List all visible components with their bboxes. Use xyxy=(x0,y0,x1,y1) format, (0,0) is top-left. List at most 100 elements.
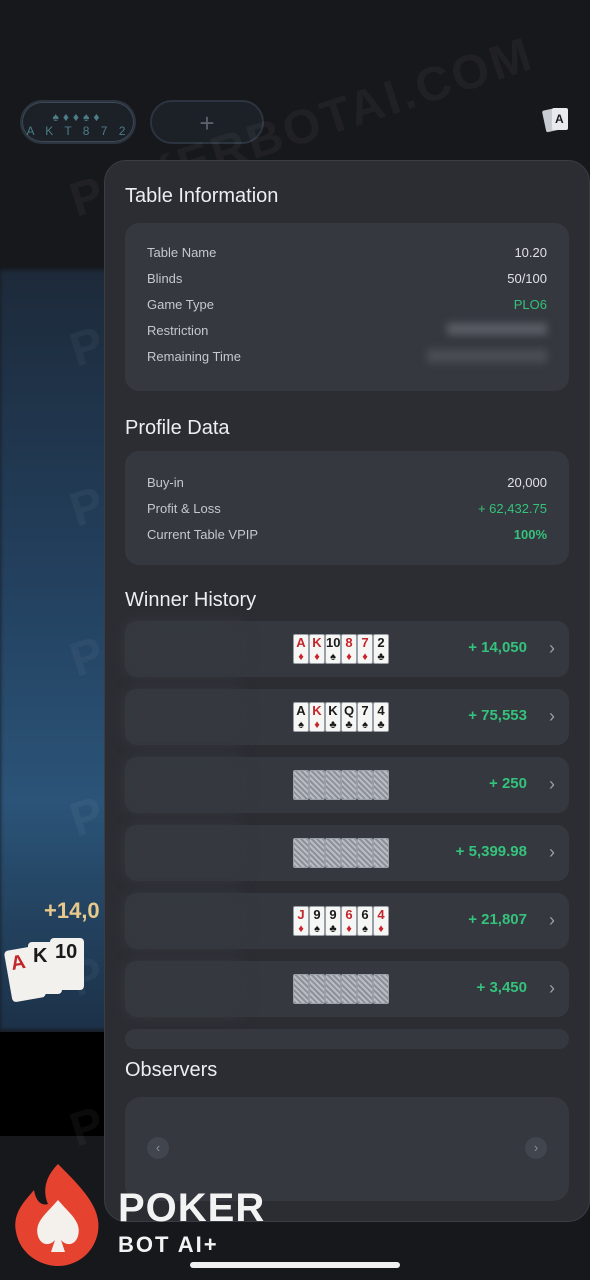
playing-card: 9 ♠ xyxy=(309,906,325,936)
card-back xyxy=(309,974,325,1004)
playing-card: 6 ♦ xyxy=(341,906,357,936)
value: 100% xyxy=(513,527,547,542)
chevron-right-icon: › xyxy=(549,638,555,658)
table-information-card: Table Name 10.20 Blinds 50/100 Game Type… xyxy=(125,223,569,391)
winning-hand-cards: J ♦ 9 ♠ 9 ♣ 6 ♦ 6 ♠ 4 ♦ xyxy=(293,906,389,936)
label: Remaining Time xyxy=(147,349,241,364)
label: Restriction xyxy=(147,323,209,338)
card-back xyxy=(325,770,341,800)
playing-card: 7 ♦ xyxy=(357,634,373,664)
hand-ranks: A K T 8 7 2 xyxy=(26,124,130,138)
card-back xyxy=(341,770,357,800)
chevron-right-icon: › xyxy=(549,706,555,726)
card-back xyxy=(293,838,309,868)
player-win-amount: +14,0 xyxy=(44,898,100,923)
win-amount: + 250 xyxy=(489,775,527,792)
card-back xyxy=(309,770,325,800)
label: Game Type xyxy=(147,297,214,312)
value: + 62,432.75 xyxy=(477,501,547,516)
card-back xyxy=(373,770,389,800)
blurred-player-info xyxy=(125,893,245,949)
value: PLO6 xyxy=(513,297,547,312)
playing-card: A ♦ xyxy=(293,634,309,664)
value xyxy=(447,323,547,335)
home-indicator[interactable] xyxy=(190,1262,400,1268)
playing-card: 10 ♠ xyxy=(325,634,341,664)
value xyxy=(427,349,547,363)
table-info-panel: Table Information Table Name 10.20 Blind… xyxy=(104,160,590,1222)
value: 10.20 xyxy=(514,245,547,260)
blurred-player-info xyxy=(125,961,245,1017)
chevron-right-icon: › xyxy=(549,978,555,998)
win-amount: + 14,050 xyxy=(468,639,527,656)
winning-hand-cards: A ♦ K ♦ 10 ♠ 8 ♦ 7 ♦ 2 ♣ xyxy=(293,634,389,664)
winning-hand-cards xyxy=(293,974,389,1004)
chevron-right-icon: › xyxy=(549,774,555,794)
winner-history-title: Winner History xyxy=(125,589,257,611)
winner-history-row[interactable]: J ♦ 9 ♠ 9 ♣ 6 ♦ 6 ♠ 4 ♦ + 21,807 › xyxy=(125,893,569,949)
chevron-right-icon: › xyxy=(549,842,555,862)
card-back xyxy=(309,838,325,868)
blurred-player-info xyxy=(125,621,245,677)
playing-card: 8 ♦ xyxy=(341,634,357,664)
profile-data-title: Profile Data xyxy=(125,417,230,439)
playing-card: 4 ♣ xyxy=(373,702,389,732)
card-back xyxy=(357,838,373,868)
hand-suits: ♠♦♦♠♦ xyxy=(52,110,104,124)
observers-prev-button[interactable]: ‹ xyxy=(147,1137,169,1159)
playing-card: 2 ♣ xyxy=(373,634,389,664)
card-back xyxy=(373,974,389,1004)
observers-next-button[interactable]: › xyxy=(525,1137,547,1159)
flame-spade-icon xyxy=(15,1164,99,1266)
playing-card: Q ♣ xyxy=(341,702,357,732)
label: Table Name xyxy=(147,245,217,260)
value: 20,000 xyxy=(507,475,547,490)
playing-card: J ♦ xyxy=(293,906,309,936)
playing-card: K ♦ xyxy=(309,634,325,664)
winner-history-row[interactable]: + 5,399.98 › xyxy=(125,825,569,881)
label: Profit & Loss xyxy=(147,501,221,516)
logo-line2: BOT AI+ xyxy=(118,1232,219,1257)
card-back xyxy=(357,974,373,1004)
svg-text:A: A xyxy=(555,112,564,126)
card-back xyxy=(341,974,357,1004)
winner-history-row[interactable]: + 3,450 › xyxy=(125,961,569,1017)
hand-tab[interactable]: ♠♦♦♠♦ A K T 8 7 2 xyxy=(20,100,136,144)
playing-card: K ♣ xyxy=(325,702,341,732)
card-back xyxy=(341,838,357,868)
playing-card: 4 ♦ xyxy=(373,906,389,936)
pokerbotai-logo: POKER BOT AI+ xyxy=(12,1160,272,1270)
win-amount: + 3,450 xyxy=(476,979,527,996)
blurred-player-info xyxy=(125,689,245,745)
label: Blinds xyxy=(147,271,183,286)
card-back xyxy=(293,770,309,800)
value: 50/100 xyxy=(507,271,547,286)
winner-history-row[interactable]: A ♠ K ♦ K ♣ Q ♣ 7 ♠ 4 ♣ + 75,553 › xyxy=(125,689,569,745)
logo-line1: POKER xyxy=(118,1186,266,1230)
card-back xyxy=(325,838,341,868)
win-amount: + 5,399.98 xyxy=(455,843,527,860)
chevron-right-icon: › xyxy=(549,910,555,930)
profile-data-card: Buy-in 20,000 Profit & Loss + 62,432.75 … xyxy=(125,451,569,565)
winning-hand-cards xyxy=(293,838,389,868)
card-back xyxy=(325,974,341,1004)
winner-history-row[interactable]: + 250 › xyxy=(125,757,569,813)
label: Current Table VPIP xyxy=(147,527,259,542)
win-amount: + 21,807 xyxy=(468,911,527,928)
card-menu-icon[interactable]: A xyxy=(542,105,570,135)
card-back xyxy=(373,838,389,868)
playing-card: A ♠ xyxy=(293,702,309,732)
win-amount: + 75,553 xyxy=(468,707,527,724)
winner-history-row[interactable]: A ♦ K ♦ 10 ♠ 8 ♦ 7 ♦ 2 ♣ + 14,050 › xyxy=(125,621,569,677)
observers-title: Observers xyxy=(125,1059,218,1081)
winning-hand-cards: A ♠ K ♦ K ♣ Q ♣ 7 ♠ 4 ♣ xyxy=(293,702,389,732)
card-back xyxy=(293,974,309,1004)
card-back xyxy=(357,770,373,800)
table-information-title: Table Information xyxy=(125,185,279,207)
winner-history-row-partial[interactable] xyxy=(125,1029,569,1049)
blurred-player-info xyxy=(125,757,245,813)
playing-card: 6 ♠ xyxy=(357,906,373,936)
playing-card: 7 ♠ xyxy=(357,702,373,732)
blurred-player-info xyxy=(125,825,245,881)
playing-card: K ♦ xyxy=(309,702,325,732)
